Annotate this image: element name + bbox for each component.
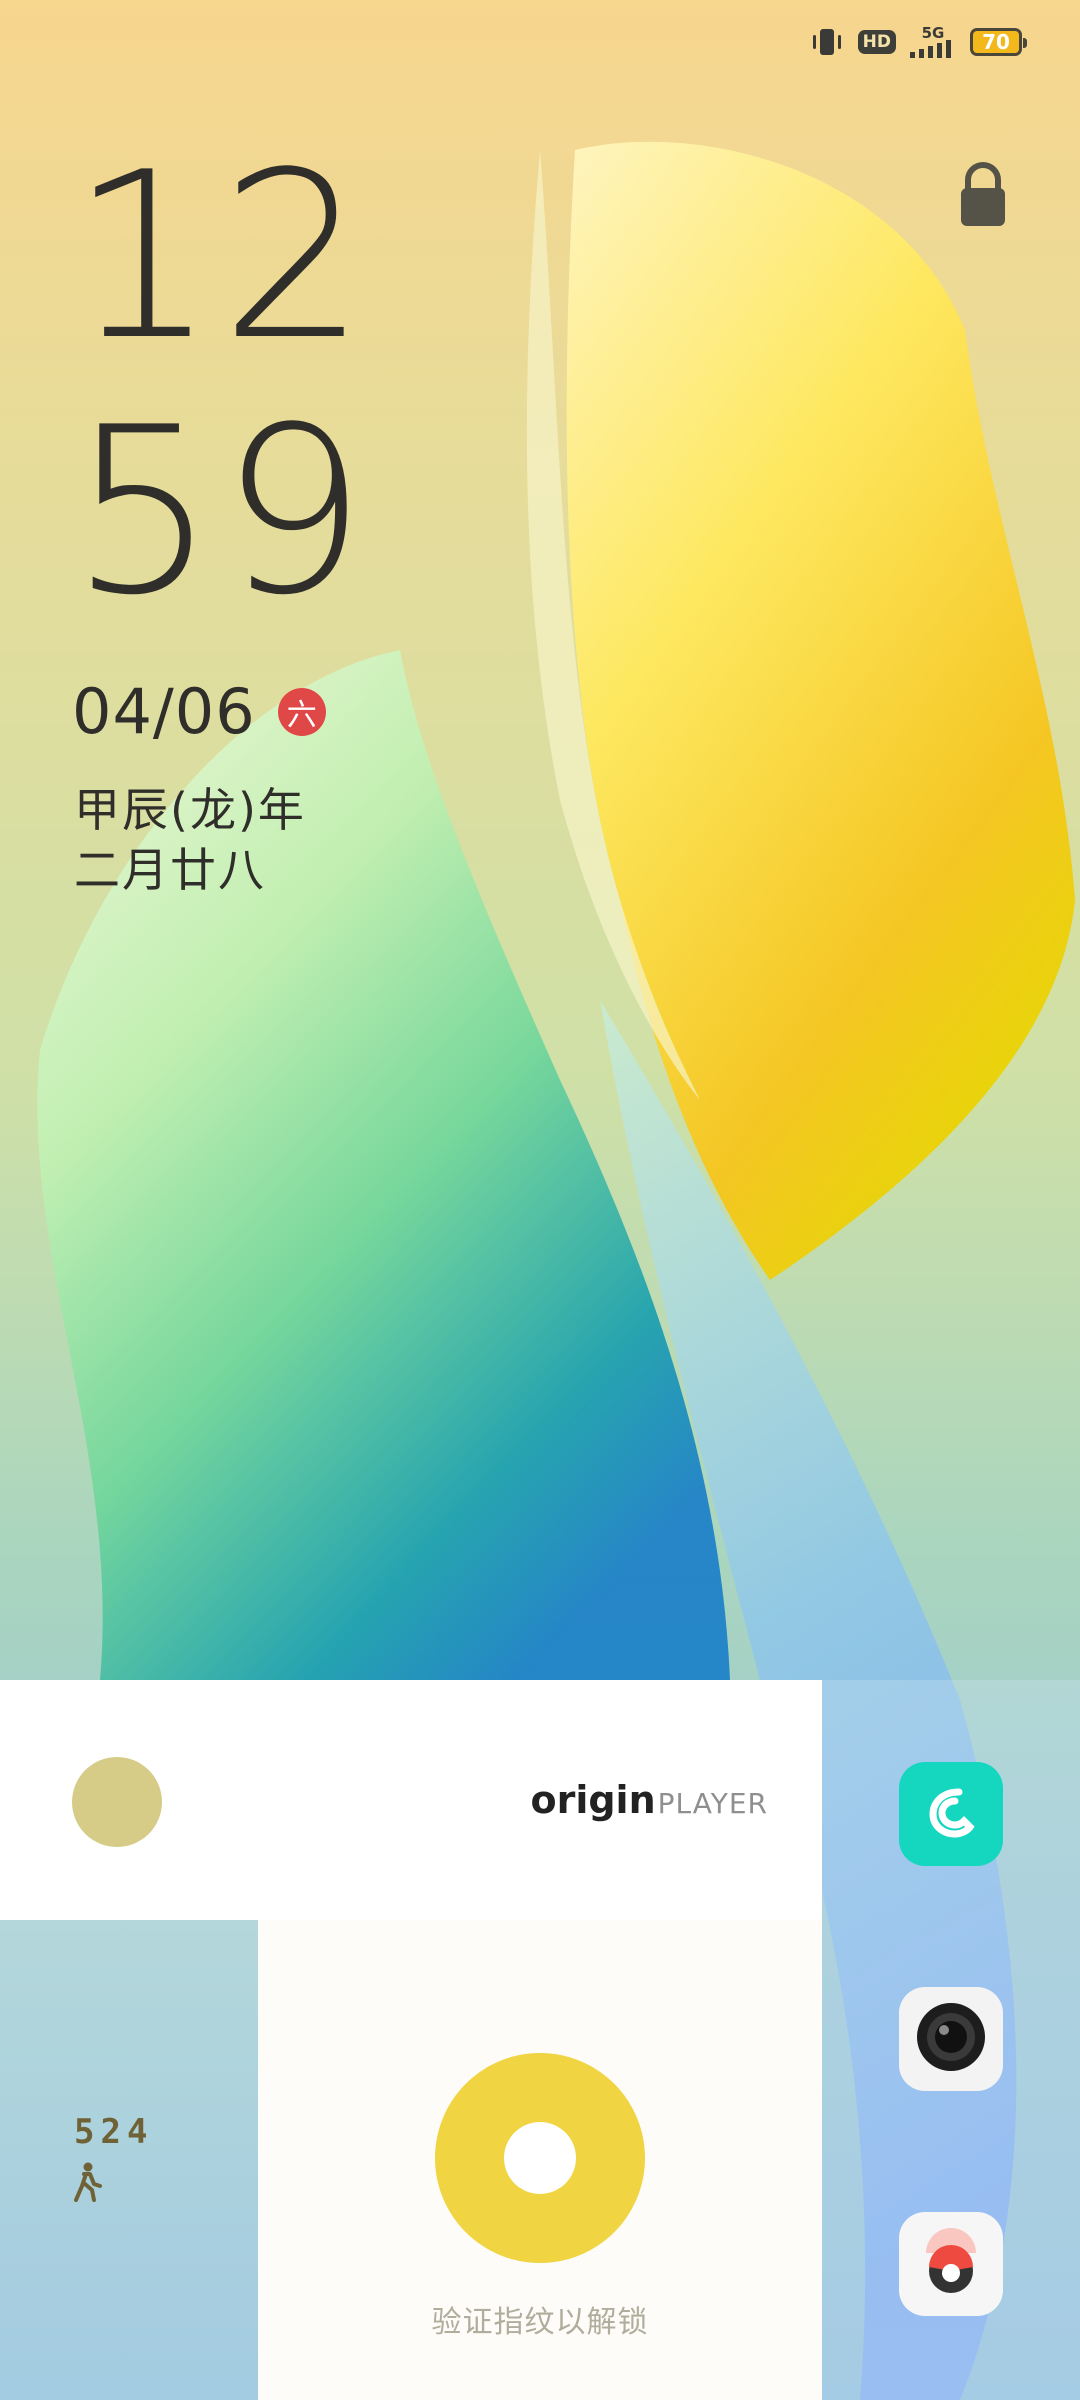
lunar-year: 甲辰(龙)年 — [74, 783, 306, 837]
app-shortcut-button[interactable] — [899, 2212, 1003, 2316]
weekday-badge: 六 — [277, 687, 326, 736]
network-type-label: 5G — [921, 24, 945, 42]
clock-hour: 12 — [70, 124, 371, 391]
walk-icon — [70, 2162, 104, 2206]
step-count: 524 — [74, 2112, 154, 2152]
player-logo-bold: origin — [530, 1778, 656, 1822]
player-logo: origin PLAYER — [530, 1778, 768, 1822]
steps-widget[interactable] — [0, 1920, 258, 2400]
app-icon — [916, 2227, 986, 2301]
status-bar: HD 5G 70 — [810, 22, 1027, 62]
5g-signal-icon: 5G — [910, 26, 956, 58]
battery-icon: 70 — [970, 28, 1027, 56]
hd-icon: HD — [857, 30, 896, 54]
lunar-day: 二月廿八 — [74, 843, 266, 897]
phone-icon — [921, 1782, 981, 1846]
player-artwork-dot[interactable] — [72, 1757, 162, 1847]
date-row: 04/06 六 — [72, 675, 326, 748]
camera-icon — [913, 1999, 989, 2079]
clock: 12 59 — [70, 130, 371, 640]
padlock-icon — [958, 160, 1008, 234]
battery-level: 70 — [982, 30, 1010, 54]
player-logo-light: PLAYER — [657, 1787, 768, 1820]
fingerprint-hint: 验证指纹以解锁 — [431, 2305, 649, 2340]
phone-shortcut-button[interactable] — [899, 1762, 1003, 1866]
date: 04/06 — [72, 675, 256, 748]
fingerprint-sensor[interactable] — [435, 2053, 645, 2263]
camera-shortcut-button[interactable] — [899, 1987, 1003, 2091]
vibrate-icon — [810, 26, 844, 58]
fingerprint-sensor-center — [504, 2122, 576, 2194]
lunar-date: 甲辰(龙)年 二月廿八 — [74, 780, 306, 900]
clock-minute: 59 — [70, 379, 371, 646]
